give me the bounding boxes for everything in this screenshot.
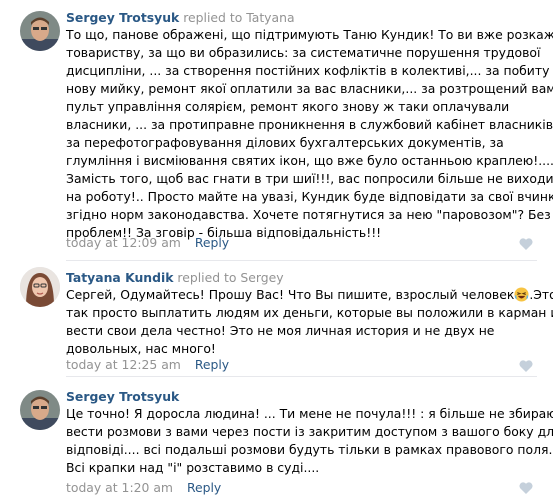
avatar[interactable] [20,390,60,430]
avatar[interactable] [20,267,60,307]
text-line: глумління і висміювання святих ікон, що … [66,153,553,168]
like-heart-icon[interactable] [519,360,533,372]
text-line: довольных, нас много! [66,341,216,356]
text-line: за перефотографовування ділових бухгалте… [66,135,504,150]
reply-button[interactable]: Reply [195,357,229,372]
text-line: То що, панове ображені, що підтримують Т… [66,27,553,42]
reply-button[interactable]: Reply [195,235,229,250]
comment-thread: Sergey Trotsyuk replied to Tatyana То що… [0,0,553,501]
comment-text: То що, панове ображені, що підтримують Т… [66,26,553,242]
avatar[interactable] [20,11,60,51]
like-heart-icon[interactable] [519,482,533,494]
comment: Sergey Trotsyuk Це точно! Я доросла люди… [0,377,553,501]
comment-timestamp[interactable]: today at 12:25 am [66,357,181,372]
author-name[interactable]: Sergey Trotsyuk [66,10,179,25]
text-line: на роботу!.. Просто майте на увазі, Кунд… [66,189,553,204]
text-fragment: .Это [529,287,553,302]
comment-text: Сергей, Одумайтесь! Прошу Вас! Что Вы пи… [66,286,553,358]
comment-text: Це точно! Я доросла людина! ... Ти мене … [66,405,553,477]
text-line: Всі крапки над "і" розставимо в суді.... [66,460,320,475]
comment-timestamp[interactable]: today at 12:09 am [66,235,181,250]
text-line: нову мийку, ремонт якої оплатили за вас … [66,81,553,96]
text-line: відповіді.... всі подальші розмови будут… [66,442,553,457]
reply-button[interactable]: Reply [187,480,221,495]
like-heart-icon[interactable] [519,238,533,250]
text-line: дисципліни, ... за створення постійних к… [66,63,550,78]
text-line: Замість того, щоб вас гнати в три шиї!!!… [66,171,553,186]
comment-timestamp[interactable]: today at 1:20 am [66,480,173,495]
text-line: вести свои дела честно! Это не моя лична… [66,323,495,338]
text-line: Сергей, Одумайтесь! Прошу Вас! Что Вы пи… [66,286,553,304]
comment: Sergey Trotsyuk replied to Tatyana То що… [0,0,553,260]
text-line: згідно норм законодавства. Хочете потягн… [66,207,551,222]
text-line: вести розмови з вами через пости із закр… [66,424,553,439]
text-line: так просто выплатить людям их деньги, ко… [66,305,553,320]
text-line: пульт управління солярієм, ремонт якого … [66,99,510,114]
text-line: Це точно! Я доросла людина! ... Ти мене … [66,406,553,421]
text-fragment: Сергей, Одумайтесь! Прошу Вас! Что Вы пи… [66,287,515,302]
author-name[interactable]: Tatyana Kundik [66,270,173,285]
text-line: товариству, за що ви образились: за сист… [66,45,541,60]
replied-to-label[interactable]: replied to Sergey [177,270,283,285]
replied-to-label[interactable]: replied to Tatyana [183,10,294,25]
text-line: власники, ... за протиправне проникнення… [66,117,553,132]
comment: Tatyana Kundik replied to Sergey Сергей,… [0,261,553,376]
laughing-emoji-icon [514,287,529,302]
author-name[interactable]: Sergey Trotsyuk [66,389,179,404]
